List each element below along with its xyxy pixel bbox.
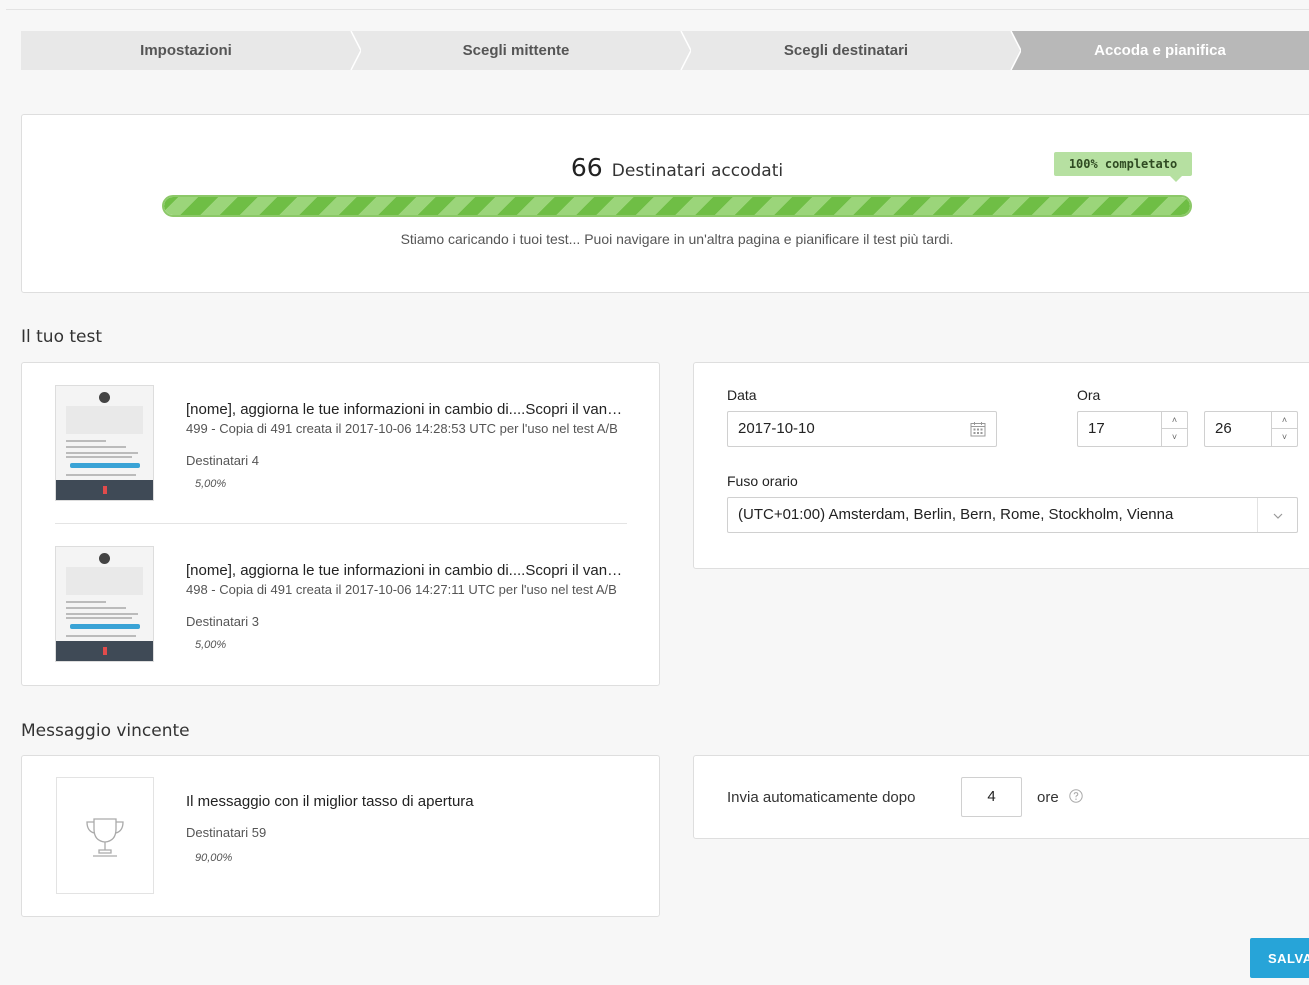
tests-section-title: Il tuo test — [21, 327, 103, 347]
date-label: Data — [727, 387, 757, 403]
queue-progress-card: 66 Destinatari accodati 100% completato … — [21, 114, 1309, 293]
date-input[interactable]: 2017-10-10 — [727, 411, 997, 447]
test-list-card: [nome], aggiorna le tue informazioni in … — [21, 362, 660, 686]
wizard-step-accoda-e-pianifica[interactable]: Accoda e pianifica — [1011, 31, 1309, 70]
test-item[interactable]: [nome], aggiorna le tue informazioni in … — [22, 363, 661, 523]
progress-bar — [162, 195, 1192, 217]
test-item-recipients: Destinatari 3 — [186, 614, 259, 629]
auto-send-hours-input[interactable]: 4 — [961, 777, 1022, 817]
wizard-step-label: Scegli mittente — [462, 42, 570, 59]
help-icon[interactable] — [1069, 789, 1083, 803]
wizard-step-label: Scegli destinatari — [783, 42, 909, 59]
winner-percent: 90,00% — [195, 852, 233, 864]
timezone-dropdown-toggle[interactable] — [1257, 498, 1297, 532]
auto-send-card: Invia automaticamente dopo 4 ore — [693, 755, 1309, 839]
hour-spinner: ˄ ˅ — [1161, 412, 1187, 446]
wizard-step-label: Impostazioni — [140, 42, 232, 59]
hour-stepper[interactable]: 17 ˄ ˅ — [1077, 411, 1188, 447]
timezone-value: (UTC+01:00) Amsterdam, Berlin, Bern, Rom… — [738, 506, 1174, 523]
winner-recipients: Destinatari 59 — [186, 825, 267, 840]
winner-thumbnail — [56, 777, 154, 894]
chevron-down-icon — [1273, 513, 1282, 519]
winner-section-title: Messaggio vincente — [21, 721, 190, 741]
test-item[interactable]: [nome], aggiorna le tue informazioni in … — [22, 524, 661, 684]
wizard-step-impostazioni[interactable]: Impostazioni — [21, 31, 361, 70]
test-item-percent: 5,00% — [195, 639, 227, 651]
trophy-icon — [86, 818, 124, 857]
save-button[interactable]: SALVA — [1250, 938, 1309, 978]
timezone-select[interactable]: (UTC+01:00) Amsterdam, Berlin, Bern, Rom… — [727, 497, 1298, 533]
hour-decrement-button[interactable]: ˅ — [1162, 429, 1187, 446]
queued-count-label: Destinatari accodati — [611, 161, 784, 181]
minute-spinner: ˄ ˅ — [1271, 412, 1297, 446]
queued-count: 66 — [570, 153, 603, 182]
test-item-subtitle: 498 - Copia di 491 creata il 2017-10-06 … — [186, 582, 617, 597]
email-preview-thumbnail[interactable] — [55, 385, 154, 501]
top-divider — [6, 9, 1309, 10]
time-label: Ora — [1077, 387, 1101, 403]
auto-send-label: Invia automaticamente dopo — [727, 789, 916, 806]
test-item-percent: 5,00% — [195, 478, 227, 490]
progress-percent-text: 100% completato — [1068, 157, 1178, 171]
step-separator-icon — [671, 31, 691, 70]
test-item-title[interactable]: [nome], aggiorna le tue informazioni in … — [186, 401, 626, 418]
progress-percent-badge: 100% completato — [1054, 152, 1192, 182]
minute-value: 26 — [1215, 420, 1232, 437]
progress-bar-fill — [164, 197, 1190, 215]
minute-stepper[interactable]: 26 ˄ ˅ — [1204, 411, 1298, 447]
wizard-steps: Impostazioni Scegli mittente Scegli dest… — [21, 31, 1309, 70]
badge-pointer — [1170, 176, 1182, 182]
winner-card: Il messaggio con il miglior tasso di ape… — [21, 755, 660, 917]
page: Impostazioni Scegli mittente Scegli dest… — [0, 0, 1309, 985]
hour-value: 17 — [1088, 420, 1105, 437]
wizard-step-scegli-mittente[interactable]: Scegli mittente — [351, 31, 691, 70]
hour-increment-button[interactable]: ˄ — [1162, 412, 1187, 429]
minute-decrement-button[interactable]: ˅ — [1272, 429, 1297, 446]
wizard-step-label: Accoda e pianifica — [1094, 42, 1226, 59]
calendar-icon[interactable] — [970, 421, 986, 437]
test-item-recipients: Destinatari 4 — [186, 453, 259, 468]
date-value: 2017-10-10 — [738, 420, 815, 437]
winner-message-title: Il messaggio con il miglior tasso di ape… — [186, 793, 474, 810]
auto-send-unit: ore — [1037, 789, 1059, 806]
timezone-label: Fuso orario — [727, 473, 798, 489]
test-item-title[interactable]: [nome], aggiorna le tue informazioni in … — [186, 562, 626, 579]
step-separator-icon — [341, 31, 361, 70]
email-preview-thumbnail[interactable] — [55, 546, 154, 662]
step-separator-icon — [1001, 31, 1021, 70]
minute-increment-button[interactable]: ˄ — [1272, 412, 1297, 429]
schedule-card: Data 2017-10-10 Ora 17 ˄ ˅ 26 ˄ ˅ Fuso o… — [693, 362, 1309, 569]
wizard-step-scegli-destinatari[interactable]: Scegli destinatari — [681, 31, 1021, 70]
test-item-subtitle: 499 - Copia di 491 creata il 2017-10-06 … — [186, 421, 618, 436]
progress-note: Stiamo caricando i tuoi test... Puoi nav… — [400, 231, 954, 247]
